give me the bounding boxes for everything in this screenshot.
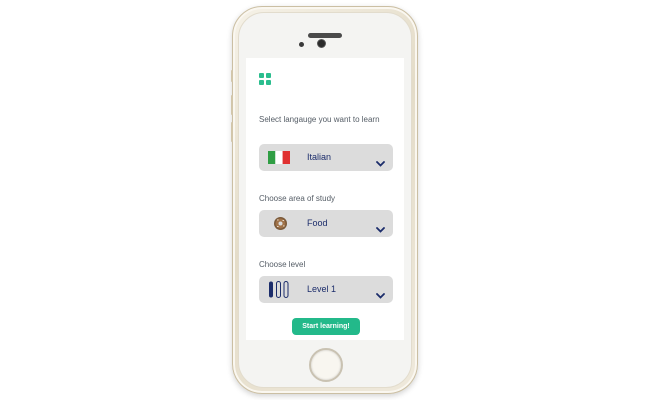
area-label: Choose area of study [259,194,336,203]
app-screen: Select langauge you want to learn Italia… [246,58,404,340]
italy-flag-icon [268,151,290,169]
language-label: Select langauge you want to learn [259,115,380,124]
level-select[interactable]: Level 1 [259,276,393,303]
front-camera [317,39,326,48]
donut-icon [273,216,288,236]
home-button[interactable] [309,348,343,382]
level-value: Level 1 [307,284,337,294]
chevron-down-icon [376,154,385,172]
mute-switch [231,70,233,82]
earpiece-speaker [308,33,342,38]
area-select[interactable]: Food [259,210,393,237]
start-learning-button[interactable]: Start learning! [292,318,360,335]
level-bars-icon [268,281,290,303]
volume-up-button [231,95,233,115]
level-label: Choose level [259,260,306,269]
sensor-dot [299,42,304,47]
language-select[interactable]: Italian [259,144,393,171]
area-value: Food [307,218,328,228]
chevron-down-icon [376,220,385,238]
language-value: Italian [307,152,332,162]
volume-down-button [231,122,233,142]
grid-menu-icon[interactable] [259,73,271,85]
chevron-down-icon [376,286,385,304]
